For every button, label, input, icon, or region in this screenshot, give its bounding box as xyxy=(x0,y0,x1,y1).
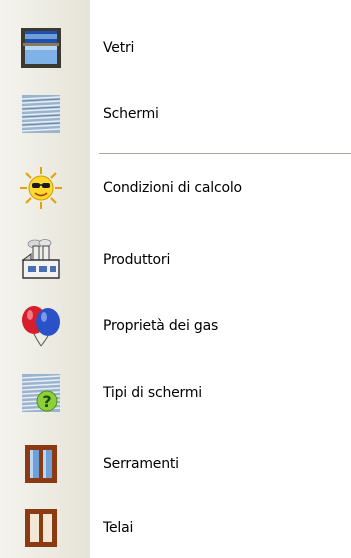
menu-item-vetri[interactable]: Vetri xyxy=(0,20,351,76)
menu-item-label: Telai xyxy=(103,520,134,536)
menu-separator xyxy=(99,153,351,154)
menu-item-label: Condizioni di calcolo xyxy=(103,180,242,196)
menu-item-condizioni-di-calcolo[interactable]: Condizioni di calcolo xyxy=(0,160,351,216)
svg-text:?: ? xyxy=(42,392,51,411)
sun-sunglasses-icon xyxy=(19,166,63,210)
menu-item-proprieta-dei-gas[interactable]: Proprietà dei gas xyxy=(0,298,351,354)
menu-item-telai[interactable]: Telai xyxy=(0,500,351,556)
menu-item-label: Proprietà dei gas xyxy=(103,318,219,334)
screen-question-icon: ? xyxy=(19,371,63,415)
factory-icon xyxy=(19,238,63,282)
balloons-icon xyxy=(19,304,63,348)
menu-item-label: Serramenti xyxy=(103,456,179,472)
menu-item-tipi-di-schermi[interactable]: ? Tipi di schermi xyxy=(0,365,351,421)
menu-item-schermi[interactable]: Schermi xyxy=(0,86,351,142)
screen-blinds-icon xyxy=(19,92,63,136)
menu-item-serramenti[interactable]: Serramenti xyxy=(0,436,351,492)
context-menu: Vetri Schermi Condizioni di calcolo Prod… xyxy=(0,0,351,558)
menu-item-label: Vetri xyxy=(103,40,135,56)
menu-item-produttori[interactable]: Produttori xyxy=(0,232,351,288)
menu-item-label: Tipi di schermi xyxy=(103,385,202,401)
window-frame-icon xyxy=(19,442,63,486)
menu-item-label: Schermi xyxy=(103,106,159,122)
window-glass-icon xyxy=(19,26,63,70)
menu-item-label: Produttori xyxy=(103,252,171,268)
frame-icon xyxy=(19,506,63,550)
